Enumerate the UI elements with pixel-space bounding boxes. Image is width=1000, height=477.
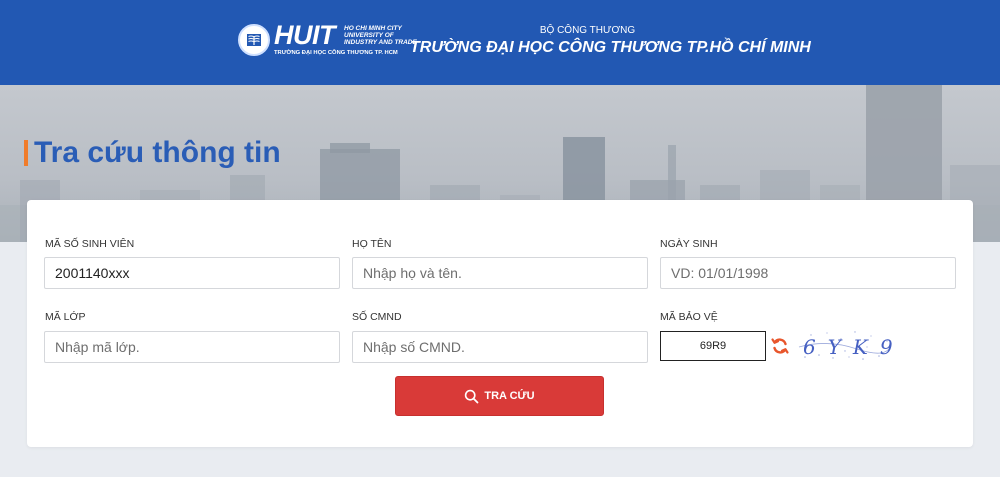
id-card-label: SỐ CMND <box>352 311 402 323</box>
logo-subtitle: TRƯỜNG ĐẠI HỌC CÔNG THƯƠNG TP. HCM <box>274 50 398 56</box>
university-logo[interactable]: HUIT HO CHI MINH CITY UNIVERSITY OF INDU… <box>238 20 417 58</box>
id-card-input[interactable] <box>352 331 648 363</box>
refresh-icon[interactable] <box>770 336 790 356</box>
university-name: TRƯỜNG ĐẠI HỌC CÔNG THƯƠNG TP.HỒ CHÍ MIN… <box>410 39 811 56</box>
search-icon <box>465 389 479 403</box>
captcha-image: 6YK9 <box>797 327 893 363</box>
page-title-text: Tra cứu thông tin <box>34 136 281 169</box>
logo-tagline: HO CHI MINH CITY UNIVERSITY OF INDUSTRY … <box>344 25 417 46</box>
class-code-label: MÃ LỚP <box>45 311 86 323</box>
student-id-label: MÃ SỐ SINH VIÊN <box>45 238 135 250</box>
dob-label: NGÀY SINH <box>660 238 718 250</box>
site-header: HUIT HO CHI MINH CITY UNIVERSITY OF INDU… <box>0 0 1000 85</box>
dob-input[interactable] <box>660 257 956 289</box>
full-name-input[interactable] <box>352 257 648 289</box>
search-submit-button[interactable]: TRA CỨU <box>395 376 604 416</box>
page-title: Tra cứu thông tin <box>24 136 281 170</box>
ministry-name: BỘ CÔNG THƯƠNG <box>539 25 636 36</box>
logo-book-icon <box>238 24 270 56</box>
full-name-label: HỌ TÊN <box>352 238 392 250</box>
captcha-label: MÃ BẢO VỆ <box>660 311 718 323</box>
lookup-form-card: MÃ SỐ SINH VIÊN HỌ TÊN NGÀY SINH MÃ LỚP … <box>27 200 973 447</box>
title-accent-bar <box>24 140 28 166</box>
logo-wordmark: HUIT <box>274 20 336 50</box>
student-id-input[interactable] <box>44 257 340 289</box>
search-submit-label: TRA CỨU <box>484 390 535 402</box>
captcha-input[interactable] <box>660 331 766 361</box>
captcha-glyphs: 6YK9 <box>803 335 893 359</box>
class-code-input[interactable] <box>44 331 340 363</box>
